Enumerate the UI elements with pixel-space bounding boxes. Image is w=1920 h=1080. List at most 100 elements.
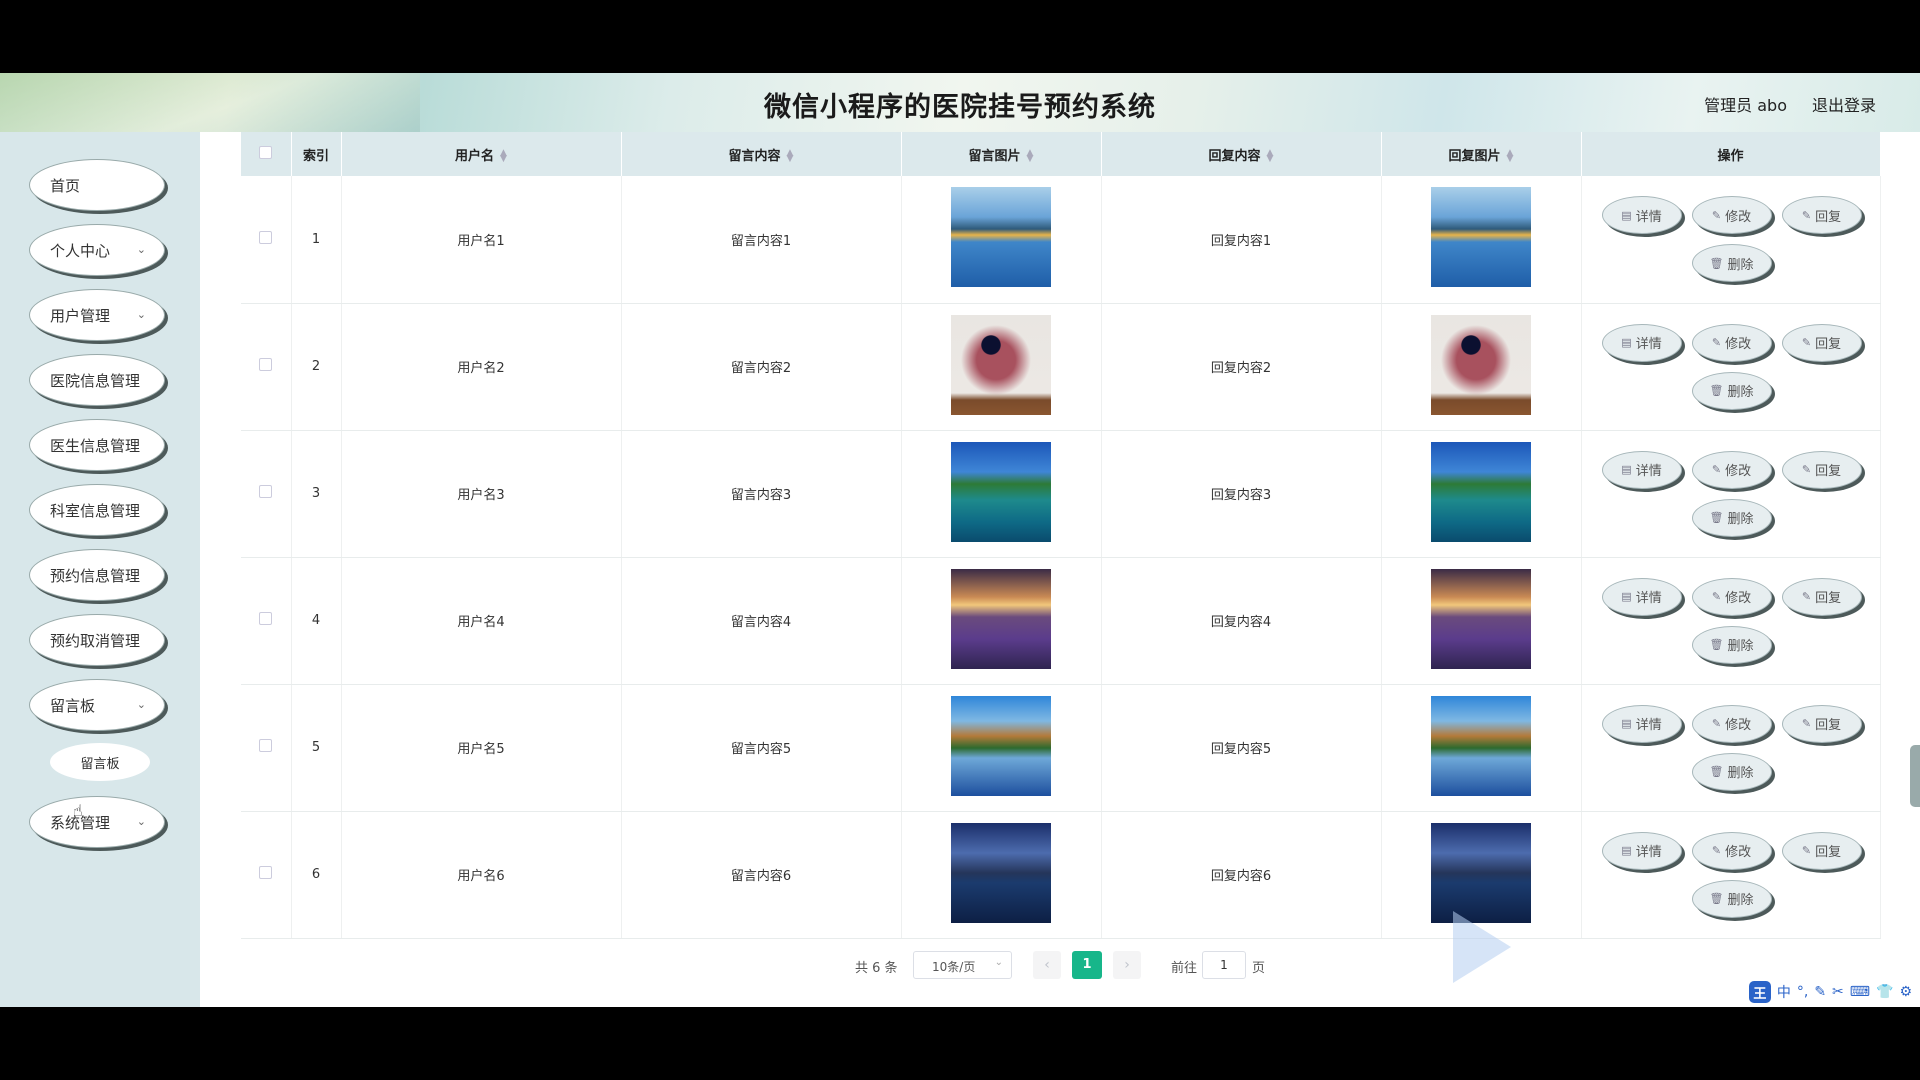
detail-button[interactable]: ▤ 详情	[1601, 196, 1682, 234]
column-label: 留言图片	[968, 148, 1021, 164]
sort-icon[interactable]: ▲ ▼	[1267, 149, 1274, 164]
night-lake-photo[interactable]	[951, 822, 1051, 923]
keyboard-icon[interactable]: ⌨	[1850, 984, 1870, 1000]
pencil-icon: ✎	[1711, 463, 1722, 476]
lavender-field-photo[interactable]	[1431, 568, 1531, 669]
sidebar-item-hospital-info[interactable]: 医院信息管理	[29, 354, 165, 406]
detail-label: 详情	[1635, 464, 1662, 479]
detail-button[interactable]: ▤ 详情	[1601, 704, 1682, 743]
edit-button[interactable]: ✎ 修改	[1691, 196, 1772, 234]
pen-icon[interactable]: ✎	[1814, 984, 1826, 1000]
sidebar-subitem-message-board[interactable]: 留言板	[50, 743, 150, 781]
ime-logo-icon[interactable]: 王	[1748, 981, 1771, 1003]
sidebar-item-appointment-cancel[interactable]: 预约取消管理	[29, 614, 165, 666]
sidebar-item-personal-center[interactable]: 个人中心 ⌄	[29, 224, 165, 276]
sort-icon[interactable]: ▲ ▼	[787, 149, 794, 164]
sort-icon[interactable]: ▲ ▼	[500, 149, 507, 164]
header: 微信小程序的医院挂号预约系统 管理员 abo 退出登录	[0, 73, 1920, 132]
lake-tree-photo[interactable]	[1431, 187, 1531, 288]
sort-icon[interactable]: ▲ ▼	[1027, 149, 1034, 164]
mouse-cursor-icon: ☝	[73, 801, 83, 820]
cell-reply: 回复内容2	[1101, 303, 1382, 431]
row-checkbox[interactable]	[259, 612, 273, 625]
cell-content: 留言内容6	[621, 811, 902, 939]
logout-link[interactable]: 退出登录	[1812, 92, 1876, 116]
lavender-field-photo[interactable]	[951, 568, 1051, 669]
mountain-lake-photo[interactable]	[1431, 695, 1531, 796]
sidebar-item-department-info[interactable]: 科室信息管理	[29, 484, 165, 536]
sidebar-item-appointment-info[interactable]: 预约信息管理	[29, 549, 165, 601]
sidebar-item-doctor-info[interactable]: 医生信息管理	[29, 419, 165, 471]
row-checkbox[interactable]	[259, 358, 273, 371]
column-header-content[interactable]: 留言内容 ▲ ▼	[621, 132, 902, 176]
cell-actions: ▤ 详情 ✎ 修改 ✎ 回复 🗑 删除	[1581, 303, 1881, 431]
current-page-button[interactable]: 1	[1072, 951, 1102, 979]
goto-page-input[interactable]: 1	[1202, 951, 1246, 979]
sidebar-item-message-board[interactable]: 留言板 ⌄	[29, 679, 165, 731]
edit-button[interactable]: ✎ 修改	[1691, 450, 1772, 489]
ime-mode-indicator[interactable]: 中	[1777, 982, 1791, 1002]
select-all-checkbox[interactable]	[259, 145, 273, 159]
pencil-icon: ✎	[1801, 336, 1812, 349]
mountain-lake-photo[interactable]	[951, 695, 1051, 796]
row-checkbox[interactable]	[259, 739, 273, 752]
reply-button[interactable]: ✎ 回复	[1781, 196, 1862, 234]
column-header-reply-image[interactable]: 回复图片 ▲ ▼	[1381, 132, 1582, 176]
sidebar-item-user-management[interactable]: 用户管理 ⌄	[29, 289, 165, 341]
shirt-icon[interactable]: 👕	[1876, 984, 1893, 1000]
sidebar-item-home[interactable]: 首页	[29, 159, 165, 211]
pagination-total: 共 6 条	[855, 961, 898, 976]
edit-button[interactable]: ✎ 修改	[1691, 831, 1772, 870]
edit-label: 修改	[1725, 464, 1752, 479]
detail-button[interactable]: ▤ 详情	[1601, 450, 1682, 489]
delete-button[interactable]: 🗑 删除	[1691, 244, 1772, 282]
next-page-button[interactable]: ›	[1113, 951, 1141, 979]
column-header-image[interactable]: 留言图片 ▲ ▼	[901, 132, 1102, 176]
detail-label: 详情	[1635, 337, 1662, 352]
delete-button[interactable]: 🗑 删除	[1691, 752, 1772, 791]
pink-cloud-poster-photo[interactable]	[1431, 314, 1531, 415]
scissors-icon[interactable]: ✂	[1832, 984, 1844, 1000]
pink-cloud-poster-photo[interactable]	[951, 314, 1051, 415]
tropical-island-photo[interactable]	[951, 441, 1051, 542]
column-label: 回复内容	[1208, 148, 1261, 164]
punctuation-icon[interactable]: °,	[1797, 984, 1808, 1000]
reply-button[interactable]: ✎ 回复	[1781, 577, 1862, 616]
delete-button[interactable]: 🗑 删除	[1691, 879, 1772, 918]
lake-tree-photo[interactable]	[951, 187, 1051, 288]
cell-image	[901, 176, 1102, 304]
delete-button[interactable]: 🗑 删除	[1691, 498, 1772, 537]
reply-button[interactable]: ✎ 回复	[1781, 323, 1862, 362]
row-checkbox[interactable]	[259, 485, 273, 498]
reply-button[interactable]: ✎ 回复	[1781, 450, 1862, 489]
ime-toolbar: 王 中 °, ✎ ✂ ⌨ 👕 ⚙	[1748, 981, 1912, 1003]
delete-button[interactable]: 🗑 删除	[1691, 371, 1772, 410]
reply-button[interactable]: ✎ 回复	[1781, 831, 1862, 870]
row-checkbox[interactable]	[259, 866, 273, 879]
row-select-cell	[241, 303, 292, 431]
detail-button[interactable]: ▤ 详情	[1601, 577, 1682, 616]
cell-reply: 回复内容4	[1101, 557, 1382, 685]
row-checkbox[interactable]	[259, 230, 273, 244]
letterbox-bottom	[0, 1007, 1920, 1080]
edit-button[interactable]: ✎ 修改	[1691, 704, 1772, 743]
delete-button[interactable]: 🗑 删除	[1691, 625, 1772, 664]
edit-button[interactable]: ✎ 修改	[1691, 577, 1772, 616]
gear-icon[interactable]: ⚙	[1899, 984, 1912, 1000]
detail-button[interactable]: ▤ 详情	[1601, 831, 1682, 870]
cell-content: 留言内容2	[621, 303, 902, 431]
scrollbar-handle[interactable]	[1910, 745, 1920, 807]
detail-button[interactable]: ▤ 详情	[1601, 323, 1682, 362]
table-row: 6 用户名6 留言内容6 回复内容6 ▤ 详情 ✎ 修改 ✎ 回复 🗑 删除	[241, 811, 1881, 939]
page-size-select[interactable]: 10条/页 ⌄	[913, 951, 1012, 979]
column-header-username[interactable]: 用户名 ▲ ▼	[341, 132, 622, 176]
reply-button[interactable]: ✎ 回复	[1781, 704, 1862, 743]
cell-content: 留言内容5	[621, 684, 902, 812]
tropical-island-photo[interactable]	[1431, 441, 1531, 542]
sidebar-item-system-management[interactable]: 系统管理 ⌄	[29, 796, 165, 848]
sort-icon[interactable]: ▲ ▼	[1507, 149, 1514, 164]
night-lake-photo[interactable]	[1431, 822, 1531, 923]
edit-button[interactable]: ✎ 修改	[1691, 323, 1772, 362]
prev-page-button[interactable]: ‹	[1033, 951, 1061, 979]
column-header-reply[interactable]: 回复内容 ▲ ▼	[1101, 132, 1382, 176]
